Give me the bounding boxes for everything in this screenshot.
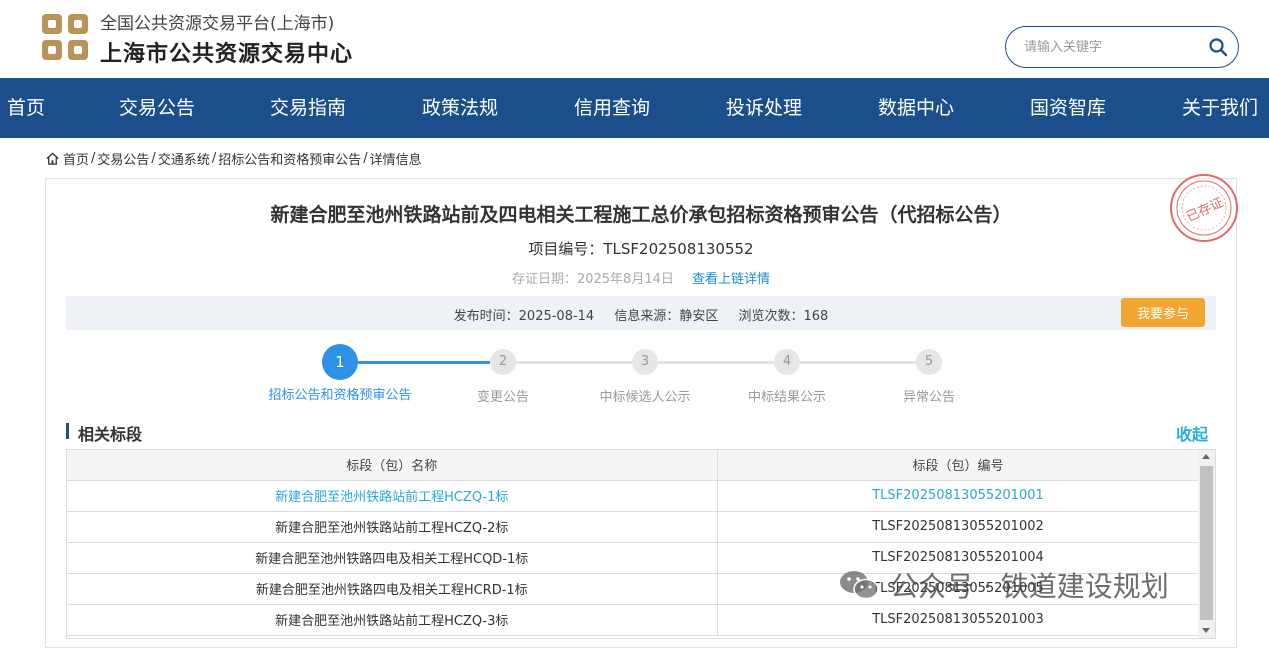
- section-marker: [66, 423, 69, 439]
- lot-code[interactable]: TLSF20250813055201003: [717, 604, 1200, 636]
- lot-name[interactable]: 新建合肥至池州铁路站前工程HCZQ-1标: [67, 480, 718, 512]
- section-title: 相关标段: [78, 425, 143, 444]
- view-chain-detail-link[interactable]: 查看上链详情: [692, 272, 770, 287]
- step-connector: [657, 361, 774, 364]
- nav-trade-guide[interactable]: 交易指南: [270, 78, 346, 138]
- step-5-label[interactable]: 异常公告: [879, 386, 979, 405]
- nav-think-tank[interactable]: 国资智库: [1030, 78, 1106, 138]
- watermark: 公众号 · 铁道建设规划: [838, 565, 1169, 605]
- nav-policy[interactable]: 政策法规: [422, 78, 498, 138]
- lots-table: 标段（包）名称 标段（包）编号 新建合肥至池州铁路站前工程HCZQ-1标 TLS…: [66, 449, 1216, 639]
- lot-code[interactable]: TLSF20250813055201001: [717, 480, 1200, 512]
- logo-title[interactable]: 上海市公共资源交易中心: [100, 36, 353, 68]
- project-number: 项目编号：TLSF202508130552: [528, 240, 754, 258]
- step-3-label[interactable]: 中标候选人公示: [585, 386, 705, 405]
- step-connector: [358, 361, 490, 364]
- table-row[interactable]: 新建合肥至池州铁路站前工程HCZQ-3标 TLSF202508130552010…: [67, 604, 1200, 636]
- step-3[interactable]: 3: [632, 349, 658, 375]
- search-input[interactable]: [1024, 36, 1194, 58]
- step-2[interactable]: 2: [490, 349, 516, 375]
- info-bar: 发布时间：2025-08-14 信息来源：静安区 浏览次数：168: [66, 296, 1216, 330]
- breadcrumb: 首页 / 交易公告 / 交通系统 / 招标公告和资格预审公告 / 详情信息: [45, 148, 422, 168]
- wechat-icon: [840, 571, 879, 600]
- step-4[interactable]: 4: [774, 349, 800, 375]
- lot-name[interactable]: 新建合肥至池州铁路四电及相关工程HCQD-1标: [67, 542, 718, 574]
- nav-data-center[interactable]: 数据中心: [878, 78, 954, 138]
- home-icon: [46, 151, 59, 165]
- table-row[interactable]: 新建合肥至池州铁路站前工程HCZQ-1标 TLSF202508130552010…: [67, 480, 1200, 512]
- notice-title: 新建合肥至池州铁路站前及四电相关工程施工总价承包招标资格预审公告（代招标公告）: [270, 204, 1012, 226]
- scrollbar-thumb[interactable]: [1200, 466, 1213, 620]
- step-1[interactable]: 1: [322, 344, 358, 380]
- lot-code[interactable]: TLSF20250813055201002: [717, 511, 1200, 543]
- collapse-link[interactable]: 收起: [1176, 421, 1208, 445]
- step-connector: [799, 361, 916, 364]
- breadcrumb-separator: /: [363, 150, 368, 166]
- step-connector: [515, 361, 632, 364]
- column-header-code: 标段（包）编号: [717, 450, 1200, 481]
- lot-name[interactable]: 新建合肥至池州铁路站前工程HCZQ-2标: [67, 511, 718, 543]
- main-nav: 首页 交易公告 交易指南 政策法规 信用查询 投诉处理 数据中心 国资智库 关于…: [0, 78, 1269, 138]
- lot-name[interactable]: 新建合肥至池州铁路四电及相关工程HCRD-1标: [67, 573, 718, 605]
- breadcrumb-detail: 详情信息: [369, 152, 422, 168]
- search-icon[interactable]: [1208, 37, 1228, 57]
- publish-time: 发布时间：2025-08-14: [453, 309, 595, 324]
- breadcrumb-home[interactable]: 首页: [63, 149, 89, 168]
- column-header-name: 标段（包）名称: [67, 450, 718, 481]
- breadcrumb-transport[interactable]: 交通系统: [158, 149, 210, 168]
- nav-credit-query[interactable]: 信用查询: [574, 78, 650, 138]
- site-header: 全国公共资源交易平台(上海市) 上海市公共资源交易中心: [0, 0, 1269, 78]
- table-header-row: 标段（包）名称 标段（包）编号: [67, 450, 1200, 481]
- join-button[interactable]: 我要参与: [1121, 298, 1205, 327]
- search-box: [1005, 26, 1239, 68]
- step-1-label[interactable]: 招标公告和资格预审公告: [265, 386, 415, 405]
- logo-icon[interactable]: [40, 12, 90, 62]
- breadcrumb-trade-notice[interactable]: 交易公告: [97, 149, 149, 168]
- step-5[interactable]: 5: [916, 349, 942, 375]
- breadcrumb-separator: /: [211, 150, 217, 166]
- store-info: 存证日期：2025年8月14日 查看上链详情: [45, 268, 1237, 287]
- scroll-down-arrow-icon[interactable]: [1202, 628, 1210, 633]
- breadcrumb-separator: /: [91, 150, 96, 166]
- info-source: 信息来源：静安区: [614, 309, 719, 324]
- nav-about[interactable]: 关于我们: [1182, 78, 1258, 138]
- store-date: 存证日期：2025年8月14日: [511, 272, 674, 287]
- step-4-label[interactable]: 中标结果公示: [732, 386, 842, 405]
- nav-trade-notice[interactable]: 交易公告: [119, 78, 195, 138]
- nav-complaint[interactable]: 投诉处理: [726, 78, 802, 138]
- step-2-label[interactable]: 变更公告: [453, 386, 553, 405]
- view-count: 浏览次数：168: [738, 309, 829, 324]
- nav-home[interactable]: 首页: [7, 78, 45, 138]
- table-row[interactable]: 新建合肥至池州铁路站前工程HCZQ-2标 TLSF202508130552010…: [67, 511, 1200, 543]
- breadcrumb-bid-notice[interactable]: 招标公告和资格预审公告: [218, 149, 361, 168]
- scroll-up-arrow-icon[interactable]: [1202, 454, 1210, 459]
- logo-subtitle: 全国公共资源交易平台(上海市): [100, 14, 335, 34]
- lot-name[interactable]: 新建合肥至池州铁路站前工程HCZQ-3标: [67, 604, 718, 636]
- breadcrumb-separator: /: [151, 150, 156, 166]
- watermark-text: 公众号 · 铁道建设规划: [890, 570, 1169, 603]
